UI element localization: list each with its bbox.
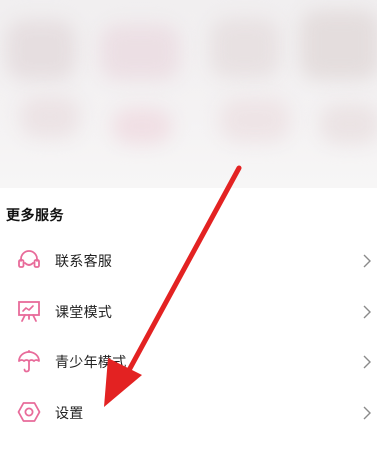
menu-item-label: 联系客服	[55, 254, 113, 270]
blurred-block	[300, 10, 377, 80]
headset-icon	[18, 250, 40, 268]
classroom-board-icon	[18, 301, 40, 322]
chevron-right-icon	[363, 305, 371, 319]
blurred-block	[320, 104, 377, 144]
chevron-right-icon	[363, 406, 371, 420]
menu-item-classroom-mode[interactable]: 课堂模式	[0, 287, 377, 337]
menu-item-settings[interactable]: 设置	[0, 388, 377, 438]
menu-item-label: 设置	[55, 406, 84, 422]
chevron-right-icon	[363, 254, 371, 268]
blurred-block	[210, 18, 280, 78]
blurred-block	[100, 24, 180, 80]
blurred-block	[112, 108, 172, 144]
chevron-right-icon	[363, 355, 371, 369]
menu-item-customer-service[interactable]: 联系客服	[0, 236, 377, 286]
menu-item-youth-mode[interactable]: 青少年模式	[0, 337, 377, 387]
umbrella-icon	[18, 350, 40, 373]
menu-item-label: 课堂模式	[55, 305, 113, 321]
blurred-content-area	[0, 0, 377, 188]
blurred-block	[6, 20, 76, 80]
menu-item-label: 青少年模式	[55, 355, 127, 371]
blurred-block	[20, 96, 80, 138]
blurred-block	[220, 98, 290, 142]
section-title: 更多服务	[6, 208, 64, 224]
hexagon-settings-icon	[17, 402, 41, 422]
